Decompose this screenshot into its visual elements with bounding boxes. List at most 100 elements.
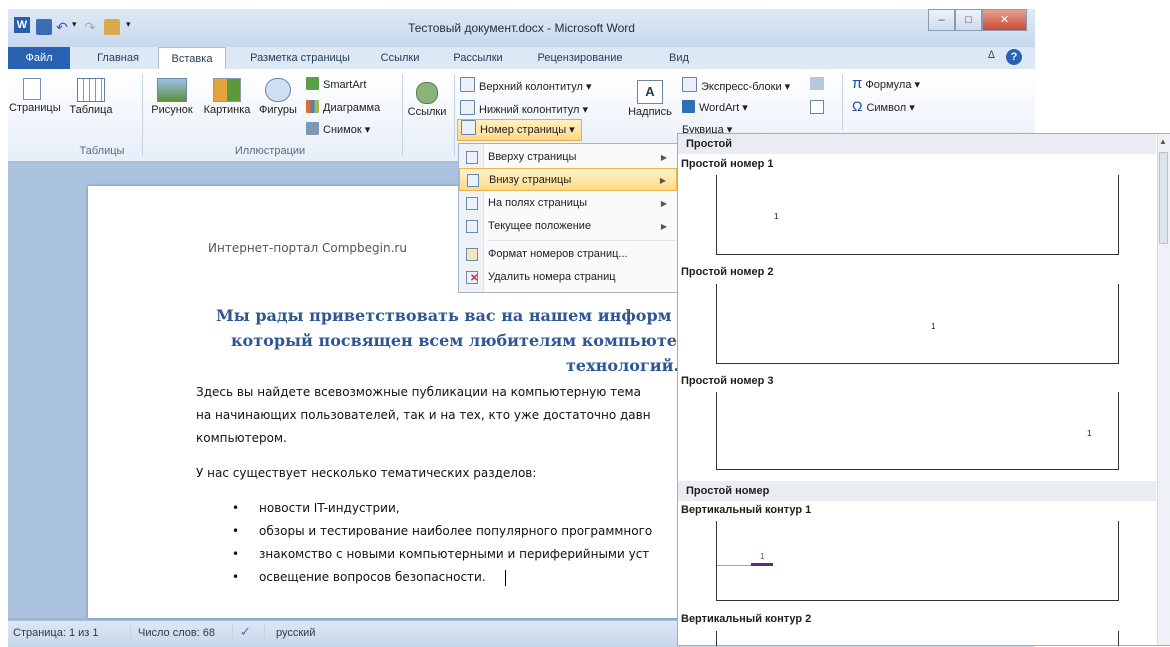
ribbon-separator (142, 74, 143, 156)
tab-home[interactable]: Главная (86, 47, 150, 69)
table-icon (77, 78, 105, 102)
page-margins-icon (466, 197, 478, 210)
page-number-label: Номер страницы ▾ (480, 124, 575, 136)
symbol-label: Символ ▾ (866, 102, 915, 114)
table-label: Таблица (69, 104, 113, 116)
chart-button[interactable]: Диаграмма (306, 100, 380, 114)
gallery-item-plain-number-2[interactable]: 1 (716, 284, 1119, 364)
screenshot-label: Снимок ▾ (323, 124, 371, 136)
bullet-icon: • (232, 501, 240, 515)
ribbon-separator (454, 74, 455, 156)
wordart-button[interactable]: WordArt ▾ (682, 100, 748, 114)
pages-button[interactable]: Страницы (9, 74, 61, 114)
menu-item-label: Текущее положение (488, 220, 592, 232)
menu-item-format-page-numbers[interactable]: Формат номеров страниц... (459, 243, 677, 266)
header-label: Верхний колонтитул ▾ (479, 81, 592, 93)
gallery-item-title: Простой номер 1 (681, 158, 774, 170)
page-number-button[interactable]: Номер страницы ▾ (457, 119, 582, 141)
shapes-button[interactable]: Фигуры (256, 74, 300, 116)
clipart-button[interactable]: Картинка (199, 74, 255, 116)
tab-mailings[interactable]: Рассылки (446, 47, 510, 69)
list-item: знакомство с новыми компьютерными и пери… (259, 547, 650, 561)
submenu-arrow-icon: ▶ (660, 222, 667, 231)
symbol-button[interactable]: Ω Символ ▾ (852, 98, 915, 114)
pages-icon (23, 78, 41, 100)
gallery-item-title: Простой номер 3 (681, 375, 774, 387)
bottom-of-page-icon (467, 174, 479, 187)
header-button[interactable]: Верхний колонтитул ▾ (460, 77, 592, 93)
equation-button[interactable]: π Формула ▾ (852, 75, 920, 92)
status-word-count[interactable]: Число слов: 68 (138, 620, 215, 646)
scroll-up-arrow-icon[interactable]: ▲ (1159, 137, 1167, 146)
group-label-tables: Таблицы (79, 145, 125, 157)
footer-label: Нижний колонтитул ▾ (479, 104, 589, 116)
scroll-thumb[interactable] (1159, 152, 1168, 244)
gallery-item-vertical-outline-2[interactable] (716, 631, 1119, 646)
signature-icon[interactable] (810, 77, 824, 90)
smartart-label: SmartArt (323, 79, 367, 91)
page-number-preview: 1 (760, 552, 765, 561)
screenshot-icon (306, 122, 319, 135)
screenshot-button[interactable]: Снимок ▾ (306, 122, 370, 136)
gallery-item-plain-number-1[interactable]: 1 (716, 175, 1119, 255)
tab-page-layout[interactable]: Разметка страницы (236, 47, 364, 69)
paragraph-2: У нас существует несколько тематических … (196, 466, 537, 480)
table-button[interactable]: Таблица (66, 74, 116, 116)
menu-item-top-of-page[interactable]: Вверху страницы ▶ (459, 146, 677, 169)
status-separator (232, 624, 233, 642)
shapes-label: Фигуры (259, 104, 297, 116)
menu-item-label: Вверху страницы (488, 151, 577, 163)
footer-icon (460, 100, 475, 115)
quickparts-label: Экспресс-блоки ▾ (701, 81, 791, 93)
page-header-text: Интернет-портал Compbegin.ru (208, 241, 407, 255)
ribbon-collapse-icon[interactable]: ᐃ (988, 50, 995, 61)
menu-item-label: На полях страницы (488, 197, 588, 209)
remove-x-icon: ✕ (470, 273, 479, 284)
proofing-icon[interactable]: ✓ (240, 624, 251, 640)
menu-item-label: Внизу страницы (489, 174, 572, 186)
datetime-icon[interactable] (810, 100, 824, 114)
bullet-icon: • (232, 547, 240, 561)
menu-item-remove-page-numbers[interactable]: Удалить номера страниц (459, 266, 677, 289)
gallery-item-plain-number-3[interactable]: 1 (716, 392, 1119, 470)
picture-button[interactable]: Рисунок (146, 74, 198, 116)
tab-insert[interactable]: Вставка (158, 47, 226, 69)
textbox-label: Надпись (628, 106, 672, 118)
tab-file[interactable]: Файл (8, 47, 70, 69)
dropcap-button[interactable]: Буквица ▾ (682, 123, 732, 133)
omega-icon: Ω (852, 98, 863, 114)
menu-item-bottom-of-page[interactable]: Внизу страницы ▶ (459, 168, 677, 191)
quickparts-icon (682, 77, 697, 92)
outline-marker (751, 563, 773, 566)
maximize-button[interactable]: □ (955, 9, 982, 31)
links-button[interactable]: Ссылки (404, 74, 450, 118)
menu-item-current-position[interactable]: Текущее положение ▶ (459, 215, 677, 238)
gallery-item-title: Вертикальный контур 1 (681, 504, 812, 516)
quickparts-button[interactable]: Экспресс-блоки ▾ (682, 77, 790, 93)
help-icon[interactable]: ? (1006, 49, 1022, 65)
smartart-button[interactable]: SmartArt (306, 77, 366, 91)
status-language[interactable]: русский (276, 620, 315, 646)
menu-item-page-margins[interactable]: На полях страницы ▶ (459, 192, 677, 215)
gallery-item-vertical-outline-1[interactable]: 1 (716, 521, 1119, 601)
clipart-label: Картинка (203, 104, 251, 116)
format-page-numbers-icon (466, 248, 478, 261)
textbox-button[interactable]: A Надпись (624, 80, 676, 118)
close-button[interactable]: ✕ (982, 9, 1027, 31)
status-separator (264, 624, 265, 642)
group-label-illustrations: Иллюстрации (234, 145, 306, 157)
clipart-icon (213, 78, 241, 102)
status-page[interactable]: Страница: 1 из 1 (13, 620, 99, 646)
page-number-preview: 1 (774, 212, 779, 221)
document-heading-line-1: Мы рады приветствовать вас на нашем инфо… (216, 306, 672, 325)
footer-button[interactable]: Нижний колонтитул ▾ (460, 100, 588, 116)
status-separator (130, 624, 131, 642)
tab-references[interactable]: Ссылки (372, 47, 428, 69)
page-number-preview: 1 (1087, 429, 1092, 438)
list-item: освещение вопросов безопасности. (259, 570, 486, 584)
tab-review[interactable]: Рецензирование (528, 47, 632, 69)
minimize-button[interactable]: – (928, 9, 955, 31)
window-title: Тестовый документ.docx - Microsoft Word (408, 21, 635, 35)
chart-label: Диаграмма (323, 102, 381, 114)
tab-view[interactable]: Вид (664, 47, 694, 69)
